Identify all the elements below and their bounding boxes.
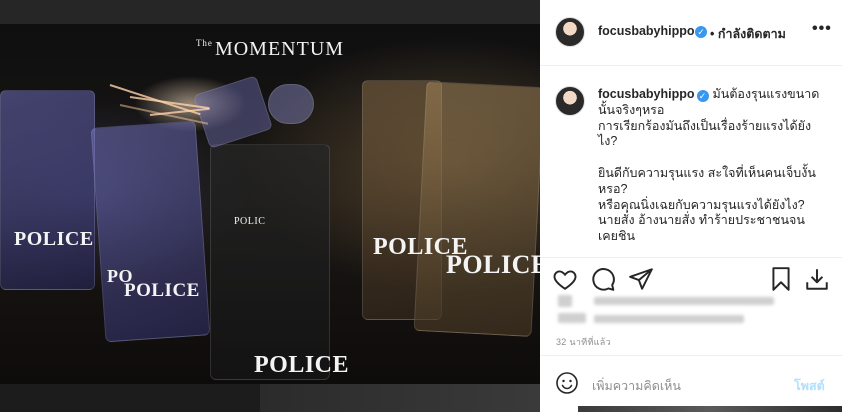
watermark-text: MOMENTUM — [214, 38, 345, 60]
heart-icon[interactable] — [552, 266, 578, 292]
caption-avatar[interactable] — [555, 86, 585, 116]
caption-line: เคยชิน — [598, 229, 635, 244]
download-icon[interactable] — [804, 266, 830, 292]
riot-shield — [413, 81, 540, 337]
comment-icon[interactable] — [590, 266, 616, 292]
instagram-post-view: POLICE PO POLICE POLICE POLICE POLICE PO… — [0, 0, 842, 412]
protest-photo: POLICE PO POLICE POLICE POLICE POLICE PO… — [0, 24, 540, 384]
emoji-icon[interactable] — [555, 371, 579, 395]
blurred-text — [594, 297, 774, 305]
caption-line-blank — [598, 150, 830, 166]
riot-shield — [90, 120, 211, 343]
caption-area: focusbabyhippo ✓ มันต้องรุนแรงขนาด นั้นจริ… — [540, 67, 842, 257]
avatar[interactable] — [555, 17, 585, 47]
photo-watermark: The MOMENTUM — [0, 38, 540, 61]
caption-line: การเรียกร้องมันถึงเป็นเรื่องร้ายแรงได้ยั… — [598, 118, 812, 133]
blurred-text — [594, 315, 744, 323]
watermark-prefix: The — [195, 38, 213, 48]
photo-top-bar — [0, 0, 540, 24]
blurred-text — [558, 313, 586, 323]
follow-status-button[interactable]: • กำลังติดตาม — [710, 24, 786, 44]
caption-line: นั้นจริงๆหรอ — [598, 102, 665, 117]
caption-username[interactable]: focusbabyhippo — [598, 87, 695, 101]
next-post-preview-edge — [578, 406, 842, 412]
post-side-panel: focusbabyhippo ✓ • กำลังติดตาม ••• focus… — [540, 0, 842, 412]
more-options-icon[interactable]: ••• — [812, 20, 832, 38]
comment-input[interactable]: เพิ่มความคิดเห็น — [592, 376, 681, 396]
post-comment-button[interactable]: โพสต์ — [794, 376, 825, 396]
blurred-avatar — [558, 295, 572, 307]
caption-line: หรือคุณนิ่งเฉยกับความรุนแรงได้ยังไง? — [598, 197, 805, 212]
shield-label: POLICE — [254, 352, 350, 378]
verified-badge-icon: ✓ — [695, 26, 707, 38]
caption-line: ไง? — [598, 134, 618, 149]
photo-bottom-bar — [0, 384, 540, 412]
caption-line: นายสั่ง อ้างนายสั่ง ทำร้ายประชาชนจน — [598, 213, 805, 228]
next-post-strip — [260, 384, 540, 412]
shield-label: POLICE — [14, 228, 94, 250]
header-username[interactable]: focusbabyhippo — [598, 24, 695, 38]
shield-label: POLICE — [124, 280, 200, 301]
caption-line: มันต้องรุนแรงขนาด — [712, 87, 820, 101]
follow-status-label: กำลังติดตาม — [717, 27, 786, 41]
bookmark-icon[interactable] — [768, 266, 794, 292]
shield-label: POLIC — [234, 216, 266, 227]
caption-line: หรอ? — [598, 181, 628, 196]
separator-dot: • — [710, 27, 715, 41]
riot-shield — [0, 90, 95, 290]
riot-shield — [210, 144, 330, 380]
post-timestamp[interactable]: 32 นาทีที่แล้ว — [556, 335, 611, 349]
caption-text: focusbabyhippo ✓ มันต้องรุนแรงขนาด นั้นจริ… — [598, 87, 830, 245]
caption-first-line: focusbabyhippo ✓ มันต้องรุนแรงขนาด — [598, 87, 830, 103]
share-icon[interactable] — [628, 266, 654, 292]
shield-label: POLICE — [446, 250, 540, 279]
caption-line: ยินดีกับความรุนแรง สะใจที่เห็นคนเจ็บงั้น — [598, 165, 816, 180]
post-photo[interactable]: POLICE PO POLICE POLICE POLICE POLICE PO… — [0, 0, 540, 412]
comment-bar: เพิ่มความคิดเห็น โพสต์ — [540, 355, 842, 412]
post-header: focusbabyhippo ✓ • กำลังติดตาม ••• — [540, 0, 842, 66]
likes-summary-blurred — [554, 295, 784, 329]
verified-badge-icon: ✓ — [696, 90, 709, 102]
riot-shield — [192, 75, 274, 149]
riot-helmet — [268, 84, 314, 124]
